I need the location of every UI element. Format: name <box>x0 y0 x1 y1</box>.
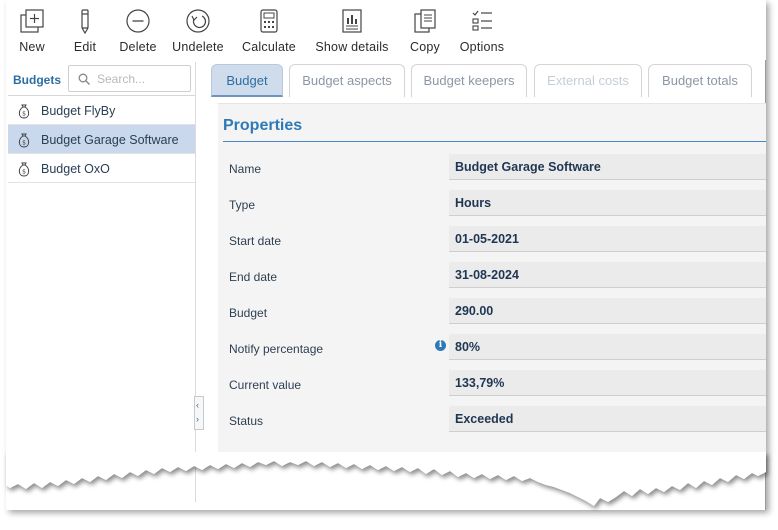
copy-label: Copy <box>410 40 440 54</box>
property-label: Start date <box>229 234 282 248</box>
calculate-button[interactable]: Calculate <box>239 8 299 54</box>
search-icon <box>78 73 90 85</box>
property-label: Notify percentage <box>229 342 324 356</box>
property-label: Name <box>229 162 262 176</box>
toolbar: New Edit Delete Undelete Calculate Show … <box>6 0 766 60</box>
search-box[interactable] <box>68 65 191 92</box>
app-window: New Edit Delete Undelete Calculate Show … <box>6 0 766 510</box>
property-row-type: Type Hours <box>218 188 766 222</box>
property-value: Hours <box>455 196 492 210</box>
status-field[interactable]: Exceeded <box>449 406 766 432</box>
list-item-label: Budget Garage Software <box>41 133 179 147</box>
money-bag-icon: $ <box>18 133 30 148</box>
tab-budget-keepers[interactable]: Budget keepers <box>411 64 527 97</box>
chevron-right-icon: › <box>196 414 199 424</box>
current-value-field[interactable]: 133,79% <box>449 370 766 396</box>
budgets-sidebar: Budgets $ Budget FlyBy <box>8 62 196 502</box>
start-date-field[interactable]: 01-05-2021 <box>449 226 766 252</box>
show-details-button[interactable]: Show details <box>312 8 392 54</box>
property-value: 133,79% <box>455 376 505 390</box>
property-value: 80% <box>455 340 481 354</box>
property-label: Type <box>229 198 256 212</box>
property-value: 31-08-2024 <box>455 268 519 282</box>
pencil-icon <box>81 9 89 34</box>
property-row-start-date: Start date 01-05-2021 <box>218 224 766 258</box>
property-label: Status <box>229 414 264 428</box>
property-label: End date <box>229 270 278 284</box>
sidebar-header: Budgets <box>8 62 195 96</box>
undelete-label: Undelete <box>172 40 224 54</box>
notify-percentage-field[interactable]: 80% <box>449 334 766 360</box>
show-details-label: Show details <box>315 40 389 54</box>
undelete-button[interactable]: Undelete <box>170 8 226 54</box>
property-row-end-date: End date 31-08-2024 <box>218 260 766 294</box>
property-row-notify-percentage: Notify percentage i 80% <box>218 332 766 366</box>
type-field[interactable]: Hours <box>449 190 766 216</box>
name-field[interactable]: Budget Garage Software <box>449 154 766 180</box>
property-value: 290.00 <box>455 304 494 318</box>
info-icon[interactable]: i <box>435 340 446 351</box>
tab-bar: Budget Budget aspects Budget keepers Ext… <box>211 64 766 97</box>
calculator-icon <box>260 9 278 33</box>
property-label: Budget <box>229 306 268 320</box>
sidebar-title: Budgets <box>13 73 61 87</box>
title-divider <box>223 141 766 142</box>
sidebar-collapse-toggle[interactable]: ‹ › <box>194 396 204 430</box>
property-row-name: Name Budget Garage Software <box>218 152 766 186</box>
copy-button[interactable]: Copy <box>408 8 442 54</box>
calculate-label: Calculate <box>242 40 296 54</box>
options-label: Options <box>459 40 505 54</box>
property-row-status: Status Exceeded <box>218 404 766 438</box>
list-item[interactable]: $ Budget FlyBy <box>8 96 195 125</box>
new-label: New <box>19 40 45 54</box>
list-item-label: Budget OxO <box>41 162 110 176</box>
svg-text:$: $ <box>22 140 26 147</box>
torn-edge-decoration <box>6 452 766 506</box>
tab-budget-aspects[interactable]: Budget aspects <box>289 64 405 97</box>
list-item-label: Budget FlyBy <box>41 104 116 118</box>
property-row-budget: Budget 290.00 <box>218 296 766 330</box>
end-date-field[interactable]: 31-08-2024 <box>449 262 766 288</box>
list-item[interactable]: $ Budget OxO <box>8 154 195 183</box>
money-bag-icon: $ <box>18 162 30 177</box>
undo-circle-icon <box>186 9 210 33</box>
tab-external-costs: External costs <box>534 64 642 97</box>
property-value: Budget Garage Software <box>455 160 601 174</box>
svg-text:$: $ <box>22 169 26 176</box>
properties-panel: Properties Name Budget Garage Software T… <box>218 103 766 453</box>
search-input[interactable] <box>97 70 187 88</box>
new-button[interactable]: New <box>16 8 48 54</box>
property-value: Exceeded <box>455 412 514 426</box>
report-chart-icon <box>342 9 362 33</box>
delete-button[interactable]: Delete <box>116 8 160 54</box>
chevron-left-icon: ‹ <box>196 400 199 410</box>
new-icon <box>20 9 44 33</box>
property-row-current-value: Current value 133,79% <box>218 368 766 402</box>
budget-list: $ Budget FlyBy $ Budget Garage Software … <box>8 96 195 183</box>
options-button[interactable]: Options <box>456 8 508 54</box>
tab-budget-totals[interactable]: Budget totals <box>648 64 752 97</box>
property-value: 01-05-2021 <box>455 232 519 246</box>
tab-budget[interactable]: Budget <box>211 64 283 97</box>
svg-text:$: $ <box>22 111 26 118</box>
minus-circle-icon <box>126 9 150 33</box>
list-item[interactable]: $ Budget Garage Software <box>8 125 195 154</box>
copy-icon <box>414 9 436 33</box>
money-bag-icon: $ <box>18 104 30 119</box>
checklist-icon <box>472 10 492 31</box>
properties-title: Properties <box>223 117 303 134</box>
delete-label: Delete <box>119 40 157 54</box>
edit-button[interactable]: Edit <box>70 8 100 54</box>
budget-field[interactable]: 290.00 <box>449 298 766 324</box>
edit-label: Edit <box>73 40 97 54</box>
property-label: Current value <box>229 378 302 392</box>
